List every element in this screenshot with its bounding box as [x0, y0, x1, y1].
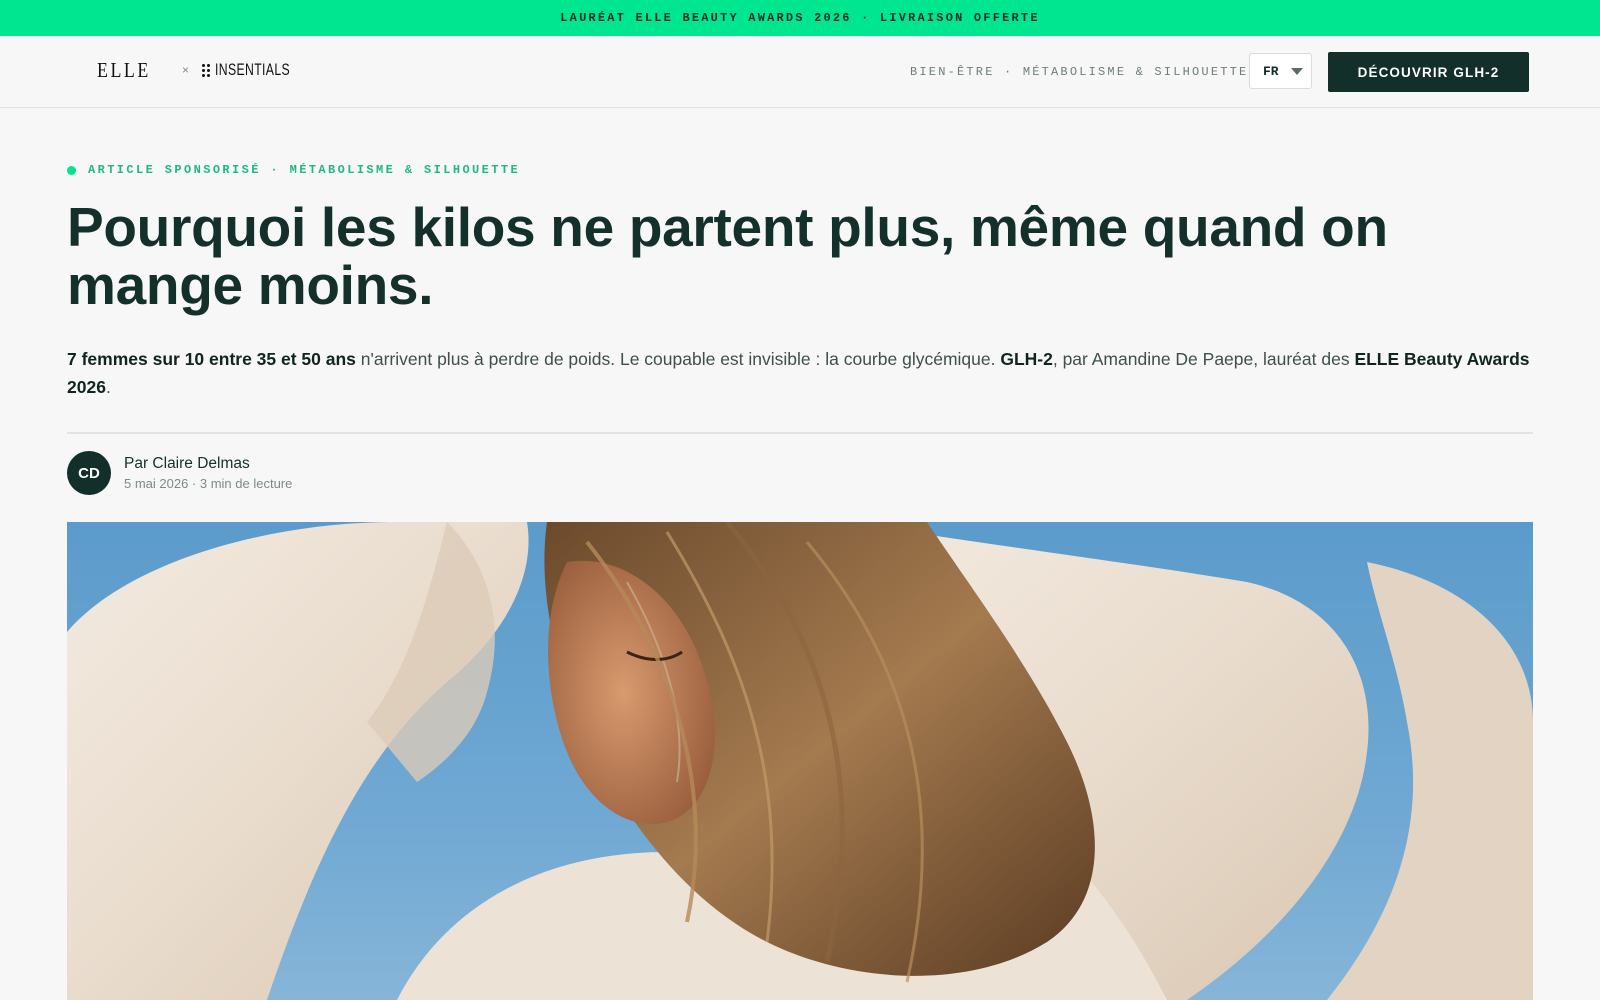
lede-text-3: . [105, 377, 111, 397]
lede-text-2: , par Amandine De Paepe, lauréat des [1052, 349, 1355, 369]
site-header: ELLE × INSENTIALS BIEN-ÊTRE · MÉTABOLISM… [0, 36, 1600, 108]
article-title: Pourquoi les kilos ne partent plus, même… [67, 196, 1388, 316]
kicker-text: ARTICLE SPONSORISÉ · MÉTABOLISME & SILHO… [88, 163, 521, 177]
article-lede: 7 femmes sur 10 entre 35 et 50 ans n'arr… [67, 345, 1537, 401]
insentials-dots-icon [202, 63, 210, 77]
language-selector[interactable]: FR [1249, 53, 1312, 89]
announcement-bar: LAURÉAT ELLE BEAUTY AWARDS 2026 · LIVRAI… [0, 0, 1600, 36]
logo-separator: × [182, 63, 190, 77]
lede-product: GLH-2 [1000, 349, 1053, 369]
chevron-down-icon [1290, 67, 1303, 75]
insentials-logo-text: INSENTIALS [215, 60, 291, 79]
lede-stat: 7 femmes sur 10 entre 35 et 50 ans [67, 349, 356, 369]
kicker-dot-icon [67, 165, 76, 175]
hero-image [67, 522, 1533, 1000]
announcement-text: LAURÉAT ELLE BEAUTY AWARDS 2026 · LIVRAI… [560, 11, 1040, 25]
lede-text-1: n'arrivent plus à perdre de poids. Le co… [355, 349, 1001, 369]
hero-photo-illustration [67, 522, 1533, 1000]
elle-logo[interactable]: ELLE [97, 58, 151, 83]
insentials-logo[interactable]: INSENTIALS [202, 60, 319, 80]
discover-glh2-button[interactable]: DÉCOUVRIR GLH-2 [1328, 52, 1529, 92]
language-value: FR [1263, 63, 1279, 79]
article-meta: 5 mai 2026 · 3 min de lecture [124, 476, 293, 491]
author-avatar: CD [67, 451, 111, 495]
nav-category-links[interactable]: BIEN-ÊTRE · MÉTABOLISME & SILHOUETTE [910, 65, 1248, 79]
author-byline: Par Claire Delmas [124, 455, 250, 472]
byline-divider [67, 432, 1533, 434]
article-kicker: ARTICLE SPONSORISÉ · MÉTABOLISME & SILHO… [67, 163, 520, 177]
